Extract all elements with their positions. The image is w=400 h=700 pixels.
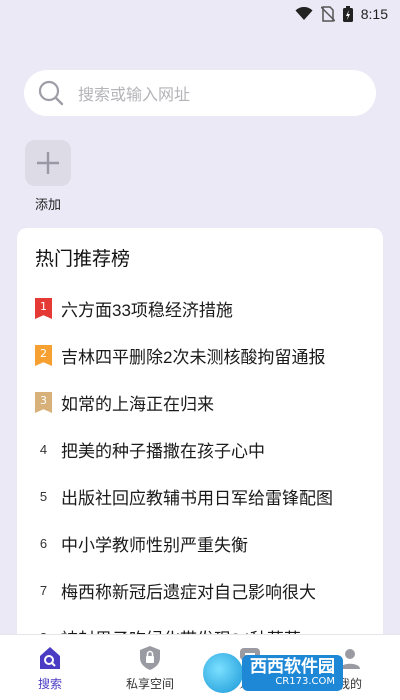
status-time: 8:15 xyxy=(360,6,388,22)
hot-list-item[interactable]: 3 如常的上海正在归来 xyxy=(35,379,365,426)
hot-item-text: 吉林四平删除2次未测核酸拘留通报 xyxy=(61,348,326,367)
nav-label-private-space: 私享空间 xyxy=(125,677,174,691)
status-bar: 8:15 xyxy=(0,0,400,28)
rank-number: 6 xyxy=(39,536,48,551)
watermark-text: 西西软件园 CR173.COM xyxy=(242,654,343,692)
hot-list-item[interactable]: 2 吉林四平删除2次未测核酸拘留通报 xyxy=(35,332,365,379)
hot-list-title: 热门推荐榜 xyxy=(35,249,131,270)
hot-list: 1 六方面33项稳经济措施 2 吉林四平删除2次未测核酸拘留通报 3 如常的上海… xyxy=(35,285,365,638)
nav-label-search: 搜索 xyxy=(37,677,62,691)
hot-list-item[interactable]: 7 梅西称新冠后遗症对自己影响很大 xyxy=(35,567,365,614)
hot-item-text: 中小学教师性别严重失衡 xyxy=(61,536,248,555)
wifi-icon xyxy=(295,7,313,20)
hot-item-text: 六方面33项稳经济措施 xyxy=(61,301,233,320)
rank-number: 5 xyxy=(39,489,48,504)
watermark-sub-text: CR173.COM xyxy=(275,675,335,687)
hot-item-text: 梅西称新冠后遗症对自己影响很大 xyxy=(61,583,316,602)
add-shortcut-label: 添加 xyxy=(34,197,61,212)
hot-list-card: 热门推荐榜 1 六方面33项稳经济措施 2 吉林四平删除2次未测核酸拘留通报 3… xyxy=(17,228,383,638)
search-placeholder: 搜索或输入网址 xyxy=(78,87,191,104)
hot-list-item[interactable]: 4 把美的种子播撒在孩子心中 xyxy=(35,426,365,473)
rank-number: 4 xyxy=(39,442,48,457)
lock-icon xyxy=(137,645,163,671)
hot-item-text: 如常的上海正在归来 xyxy=(61,395,214,414)
add-shortcut-button[interactable] xyxy=(25,140,71,186)
search-icon xyxy=(38,80,64,106)
nav-item-private-space[interactable]: 私享空间 xyxy=(110,645,190,692)
search-input[interactable]: 搜索或输入网址 xyxy=(24,70,376,116)
rank-badge-2: 2 xyxy=(35,345,52,366)
hot-list-item[interactable]: 5 出版社回应教辅书用日军给雷锋配图 xyxy=(35,473,365,520)
watermark-logo-icon xyxy=(200,650,246,696)
rank-number: 7 xyxy=(39,583,48,598)
add-shortcut[interactable]: 添加 xyxy=(24,140,72,213)
battery-charging-icon xyxy=(342,6,353,22)
nav-item-search[interactable]: 搜索 xyxy=(10,645,90,692)
hot-item-text: 把美的种子播撒在孩子心中 xyxy=(61,442,265,461)
rank-badge-1: 1 xyxy=(35,298,52,319)
no-sim-icon xyxy=(320,6,335,22)
watermark-logo: 西西软件园 CR173.COM xyxy=(200,650,380,696)
watermark-main-text: 西西软件园 xyxy=(250,656,335,677)
rank-badge-3: 3 xyxy=(35,392,52,413)
home-search-icon xyxy=(37,645,63,671)
plus-icon xyxy=(37,152,59,174)
hot-list-item[interactable]: 1 六方面33项稳经济措施 xyxy=(35,285,365,332)
hot-item-text: 出版社回应教辅书用日军给雷锋配图 xyxy=(61,489,333,508)
hot-list-item[interactable]: 6 中小学教师性别严重失衡 xyxy=(35,520,365,567)
